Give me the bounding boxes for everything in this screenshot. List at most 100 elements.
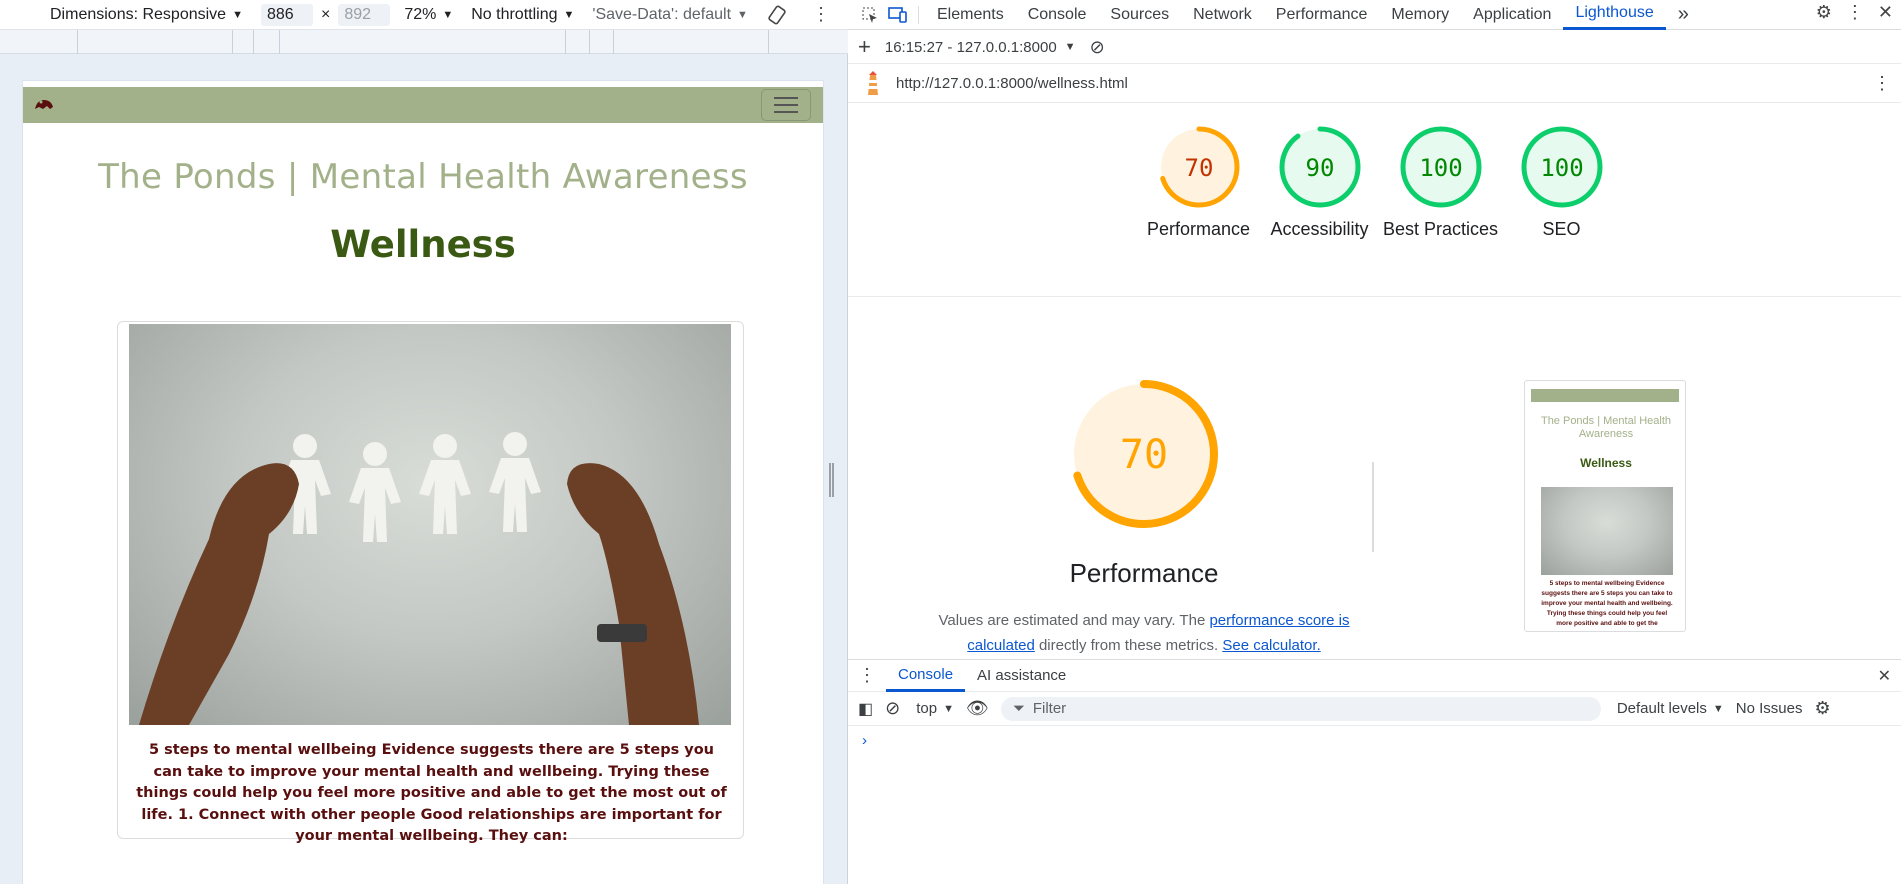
lighthouse-toolbar: + 16:15:27 - 127.0.0.1:8000 ▼ ⊘ [848,31,1901,64]
performance-score-value: 70 [1120,432,1168,478]
chevron-down-icon: ▼ [1712,702,1724,715]
throttling-select[interactable]: No throttling ▼ [471,6,574,24]
more-vertical-icon[interactable]: ⋮ [1873,73,1891,94]
thumb-heading: Wellness [1580,456,1632,470]
score-label: SEO [1542,219,1581,239]
frog-logo-icon[interactable] [33,96,55,112]
score-ring: 100 [1400,126,1481,208]
card-text: 5 steps to mental wellbeing Evidence sug… [136,742,727,844]
zoom-value: 72% [404,5,437,23]
tab-network[interactable]: Network [1181,0,1264,30]
dimensions-select[interactable]: Dimensions: Responsive ▼ [50,6,243,24]
score-value: 70 [1184,154,1213,182]
devtools-panel: Elements Console Sources Network Perform… [848,0,1901,884]
site-title: The Ponds | Mental Health Awareness [98,157,748,197]
media-query-ruler [0,30,848,54]
vertical-divider [1372,462,1374,552]
paper-people-image [129,324,731,725]
tabbar-divider [918,5,919,24]
height-input[interactable]: 892 [338,3,391,26]
inspect-element-icon[interactable] [856,3,884,27]
score-ring: 90 [1279,126,1360,208]
gear-icon[interactable]: ⚙ [1814,698,1830,719]
sidebar-toggle-icon[interactable]: ◧ [858,699,873,719]
desc-mid: directly from these metrics. [1034,637,1223,654]
tab-console[interactable]: Console [1016,0,1099,30]
score-label: Accessibility [1270,219,1369,239]
drawer-tab-console[interactable]: Console [886,660,966,692]
chevron-down-icon: ▼ [442,8,454,21]
chevron-down-icon: ▼ [232,8,243,21]
times-symbol: × [320,5,331,23]
see-calculator-link[interactable]: See calculator. [1222,637,1320,654]
tab-memory[interactable]: Memory [1379,0,1461,30]
width-input[interactable]: 886 [260,3,313,26]
report-select-value: 16:15:27 - 127.0.0.1:8000 [884,38,1057,56]
more-tabs-button[interactable]: » [1666,0,1701,30]
dimensions-label: Dimensions: Responsive [50,5,227,23]
tab-lighthouse[interactable]: Lighthouse [1563,0,1666,30]
gear-icon[interactable]: ⚙ [1816,2,1832,23]
performance-description: Values are estimated and may vary. The p… [938,608,1350,658]
levels-value: Default levels [1616,700,1707,717]
filter-input[interactable]: ⏷ Filter [1000,696,1601,721]
add-report-icon[interactable]: + [858,34,871,60]
close-icon[interactable]: ✕ [1878,666,1891,686]
resize-handle[interactable] [829,463,834,497]
score-gauge-best-practices[interactable]: 100 Best Practices [1380,125,1501,242]
clear-console-icon[interactable]: ⊘ [885,698,900,719]
more-vertical-icon[interactable]: ⋮ [1846,2,1864,23]
menu-toggle-button[interactable] [761,89,811,121]
site-navbar [23,87,823,123]
score-value: 90 [1305,154,1334,182]
levels-select[interactable]: Default levels ▼ [1617,700,1724,717]
thumb-navbar [1531,389,1679,402]
rotate-icon[interactable] [766,4,788,26]
lighthouse-logo-icon [868,70,878,95]
tab-sources[interactable]: Sources [1098,0,1181,30]
report-url-bar: http://127.0.0.1:8000/wellness.html ⋮ [848,65,1901,103]
zoom-select[interactable]: 72% ▼ [404,6,453,24]
score-label: Performance [1146,219,1251,239]
drawer-menu-icon[interactable]: ⋮ [848,665,886,686]
report-url[interactable]: http://127.0.0.1:8000/wellness.html [896,75,1128,92]
tab-application[interactable]: Application [1461,0,1563,30]
thumb-image [1541,487,1673,575]
page-viewport: The Ponds | Mental Health Awareness Well… [23,81,823,884]
devtools-toolbar-right: ⚙ ⋮ ✕ [1816,2,1893,23]
device-toggle-icon[interactable] [884,3,912,27]
close-icon[interactable]: ✕ [1878,2,1893,23]
devtools-tabbar: Elements Console Sources Network Perform… [848,0,1901,30]
chevron-down-icon: ▼ [943,702,954,715]
score-ring: 100 [1521,126,1602,208]
section-divider [848,296,1901,297]
filter-placeholder: Filter [1032,700,1067,717]
page-screenshot-thumbnail[interactable]: The Ponds | Mental Health Awareness Well… [1524,380,1686,632]
tab-performance[interactable]: Performance [1264,0,1380,30]
drawer-tabbar: ⋮ Console AI assistance ✕ [848,660,1901,692]
thumb-text: 5 steps to mental wellbeing Evidence sug… [1541,580,1673,627]
throttling-value: No throttling [471,5,558,23]
score-gauge-performance[interactable]: 70 Performance [1138,125,1259,242]
score-gauge-accessibility[interactable]: 90 Accessibility [1259,125,1380,242]
page-heading: Wellness [330,223,516,266]
clear-icon[interactable]: ⊘ [1090,37,1105,58]
save-data-select[interactable]: 'Save-Data': default ▼ [592,6,748,24]
tab-elements[interactable]: Elements [925,0,1016,30]
filter-funnel-icon: ⏷ [1012,700,1025,717]
context-select[interactable]: top ▼ [916,700,954,717]
chevron-down-icon: ▼ [737,8,748,21]
score-gauge-seo[interactable]: 100 SEO [1501,125,1622,242]
report-select[interactable]: 16:15:27 - 127.0.0.1:8000 ▼ [885,39,1076,56]
console-drawer: ⋮ Console AI assistance ✕ ◧ ⊘ top ▼ 👁 ⏷ … [848,659,1901,884]
more-vertical-icon[interactable]: ⋮ [812,4,830,25]
eye-icon[interactable]: 👁 [966,698,989,719]
score-value: 100 [1419,154,1462,182]
console-toolbar: ◧ ⊘ top ▼ 👁 ⏷ Filter Default levels ▼ No… [848,692,1901,726]
score-gauges: 70 Performance 90 Accessibility 100 Best Prac… [1138,125,1622,242]
drawer-tab-ai-assistance[interactable]: AI assistance [965,660,1078,692]
issues-status[interactable]: No Issues [1736,700,1803,717]
performance-heading: Performance [1069,558,1219,588]
chevron-down-icon: ▼ [1064,41,1076,53]
console-prompt[interactable]: › [848,726,1901,755]
